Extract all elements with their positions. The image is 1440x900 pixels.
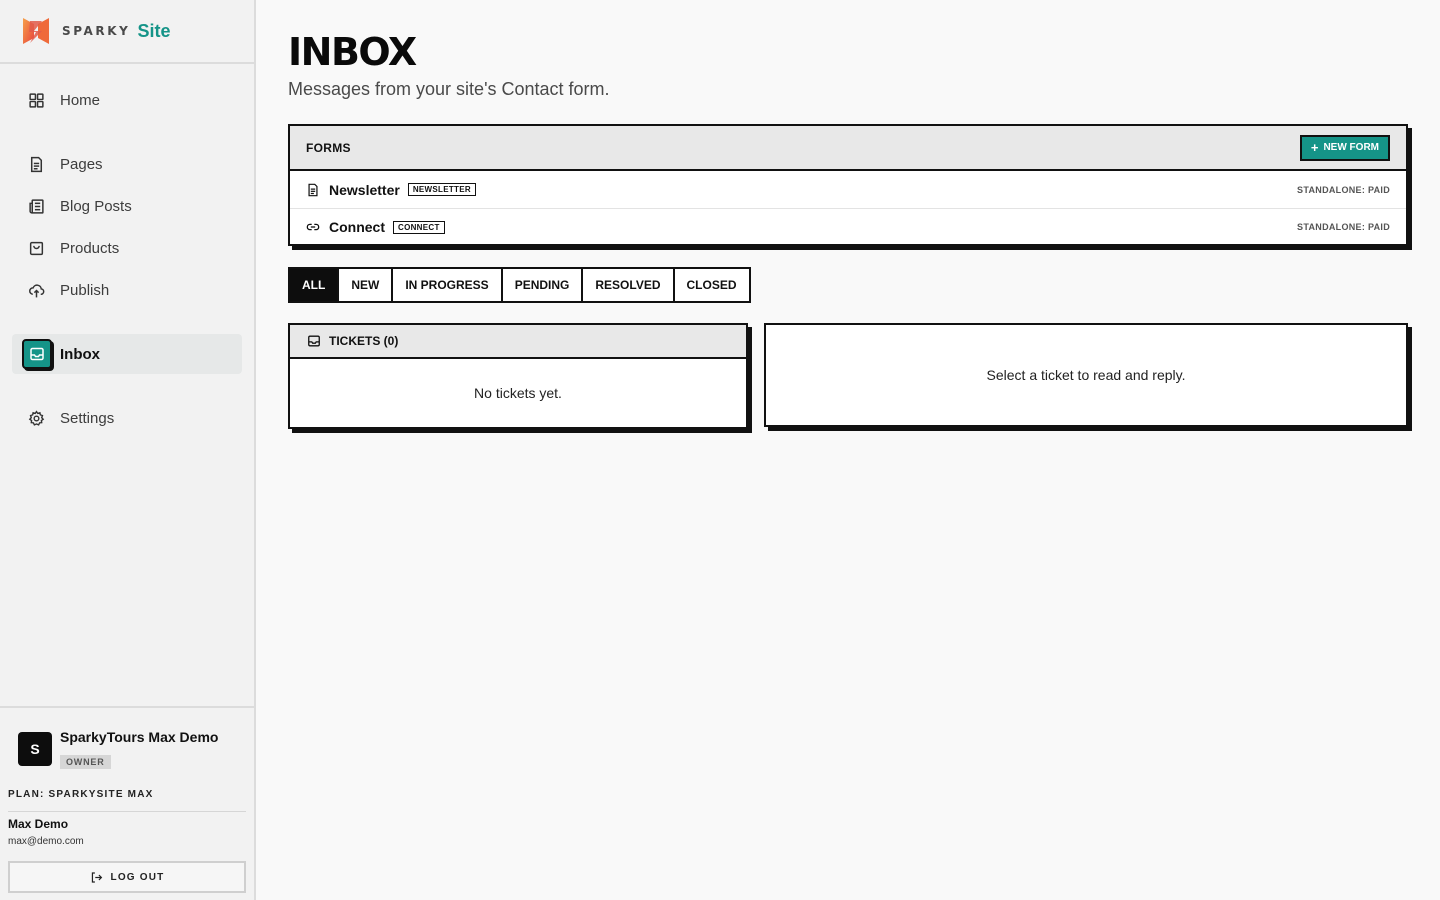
tab-new[interactable]: NEW [339,269,394,301]
tab-resolved[interactable]: RESOLVED [583,269,675,301]
shopping-bag-icon [29,241,44,255]
user-email: max@demo.com [8,836,84,847]
sidebar-item-label: Pages [60,155,103,173]
plus-icon: + [1310,140,1319,155]
cloud-upload-icon [29,283,45,297]
inbox-icon [308,335,320,347]
tab-closed[interactable]: CLOSED [675,269,749,301]
tickets-header: TICKETS (0) [290,325,746,359]
sidebar-item-label: Home [60,91,101,109]
forms-panel: FORMS + NEW FORM Newsletter NEWSLETTER S… [288,124,1408,246]
logout-label: LOG OUT [110,871,165,883]
sidebar-item-settings[interactable]: Settings [12,398,242,438]
sidebar-item-pages[interactable]: Pages [12,144,242,184]
form-name: Connect [329,219,385,235]
account-name: SparkyTours Max Demo [60,729,219,745]
form-status: STANDALONE: PAID [1297,184,1390,195]
new-form-label: NEW FORM [1323,142,1379,153]
new-form-button[interactable]: + NEW FORM [1299,134,1390,161]
plan-label: PLAN: SPARKYSITE MAX [8,789,154,800]
form-name: Newsletter [329,181,400,198]
page-title: INBOX [288,30,417,74]
ticket-reader-panel: Select a ticket to read and reply. [764,323,1408,427]
document-icon [30,156,43,172]
user-name: Max Demo [8,817,69,831]
tickets-panel: TICKETS (0) No tickets yet. [288,323,748,429]
divider [8,811,246,812]
sidebar-item-publish[interactable]: Publish [12,270,242,310]
form-row-newsletter[interactable]: Newsletter NEWSLETTER STANDALONE: PAID [290,171,1406,208]
brand-site-label: Site [137,20,171,41]
inbox-icon-badge [22,339,52,369]
sidebar-item-label: Blog Posts [60,197,132,215]
form-type-tag: NEWSLETTER [407,183,476,196]
sidebar-item-label: Products [60,239,120,257]
form-row-connect[interactable]: Connect CONNECT STANDALONE: PAID [290,208,1406,245]
newspaper-icon [29,198,44,214]
form-type-tag: CONNECT [393,220,445,234]
brand-wordmark: SPARKY [62,24,131,38]
sparky-logo-icon [23,18,49,44]
logout-icon [91,871,102,883]
sidebar-item-label: Settings [60,409,115,427]
forms-header: FORMS + NEW FORM [290,126,1406,171]
sidebar-item-home[interactable]: Home [12,80,242,120]
sidebar-item-blog-posts[interactable]: Blog Posts [12,186,242,226]
logout-button[interactable]: LOG OUT [8,861,246,893]
sidebar-item-label: Publish [60,281,110,299]
tab-in-progress[interactable]: IN PROGRESS [393,269,503,301]
document-icon [308,183,318,196]
tab-pending[interactable]: PENDING [503,269,584,301]
grid-icon [29,92,44,108]
forms-title: FORMS [306,140,351,155]
reader-placeholder: Select a ticket to read and reply. [986,367,1186,383]
sidebar-item-inbox[interactable]: Inbox [12,334,242,374]
role-badge: OWNER [60,755,111,769]
sidebar-item-products[interactable]: Products [12,228,242,268]
tickets-empty-state: No tickets yet. [474,385,562,401]
sidebar-item-label: Inbox [60,345,100,363]
tab-all[interactable]: ALL [290,269,340,301]
brand[interactable]: SPARKY Site [0,0,254,64]
tickets-title: TICKETS (0) [329,334,399,348]
page-subtitle: Messages from your site's Contact form. [288,79,610,99]
link-icon [306,223,320,231]
gear-icon [28,409,45,426]
ticket-status-filters: ALL NEW IN PROGRESS PENDING RESOLVED CLO… [288,267,751,303]
form-status: STANDALONE: PAID [1297,222,1390,232]
account-panel: S SparkyTours Max Demo OWNER PLAN: SPARK… [0,706,254,900]
inbox-icon [30,347,44,361]
sidebar: SPARKY Site Home Pages Blog Posts Produc… [0,0,256,900]
account-avatar[interactable]: S [18,732,52,766]
